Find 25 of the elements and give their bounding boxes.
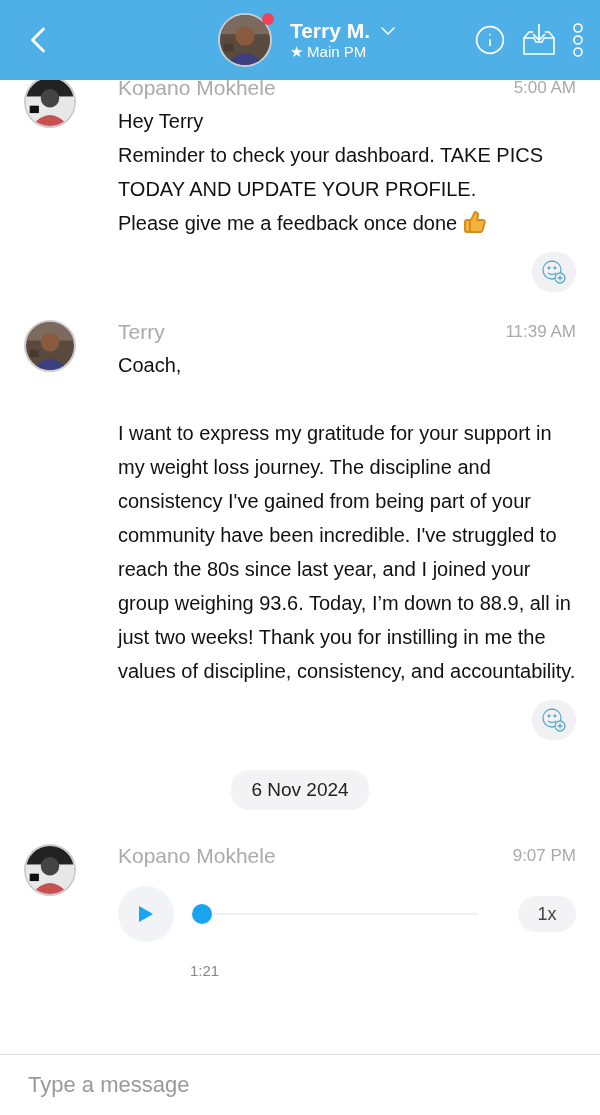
- message-time: 11:39 AM: [505, 322, 576, 342]
- play-icon[interactable]: [137, 904, 155, 924]
- message-text: I want to express my gratitude for your support in my weight loss journey. The discipline and consistency I've gained from being part of your community have been incredible. I've struggled to reach the 80s since last year, and I joined your group weighing 93.6. Today, I’m down to 88.9, all in just two weeks! Thank you for instilling in me the values of discipline, consistency, and accountability.: [118, 421, 576, 684]
- add-reaction-button[interactable]: [532, 700, 576, 740]
- message-text: Hey Terry Reminder to check your dashboard. TAKE PICS TODAY AND UPDATE YOUR PROFILE. Please give me a feedback once done: [118, 109, 545, 236]
- date-separator: 6 Nov 2024: [231, 770, 369, 810]
- audio-progress-thumb[interactable]: [192, 904, 212, 924]
- sender-name: Terry: [118, 320, 165, 344]
- audio-duration: 1:21: [190, 962, 221, 979]
- add-reaction-button[interactable]: [532, 252, 576, 292]
- message-text: Coach,: [118, 353, 183, 378]
- playback-speed-button[interactable]: 1x: [518, 896, 576, 932]
- sender-name: Kopano Mokhele: [118, 844, 276, 868]
- message-time: 9:07 PM: [512, 846, 576, 866]
- add-emoji-icon[interactable]: [541, 259, 567, 285]
- info-button[interactable]: [474, 24, 506, 56]
- add-emoji-icon[interactable]: [541, 707, 567, 733]
- chat-subtitle: ★ Main PM: [289, 43, 368, 61]
- more-options-button[interactable]: [572, 22, 584, 58]
- contact-name: Terry M.: [289, 19, 371, 43]
- play-button[interactable]: [118, 886, 174, 942]
- sender-name: Kopano Mokhele: [118, 76, 276, 100]
- thumbs-up-icon: [462, 210, 487, 234]
- message-time: 5:00 AM: [513, 78, 576, 98]
- inbox-download-button[interactable]: [520, 22, 558, 58]
